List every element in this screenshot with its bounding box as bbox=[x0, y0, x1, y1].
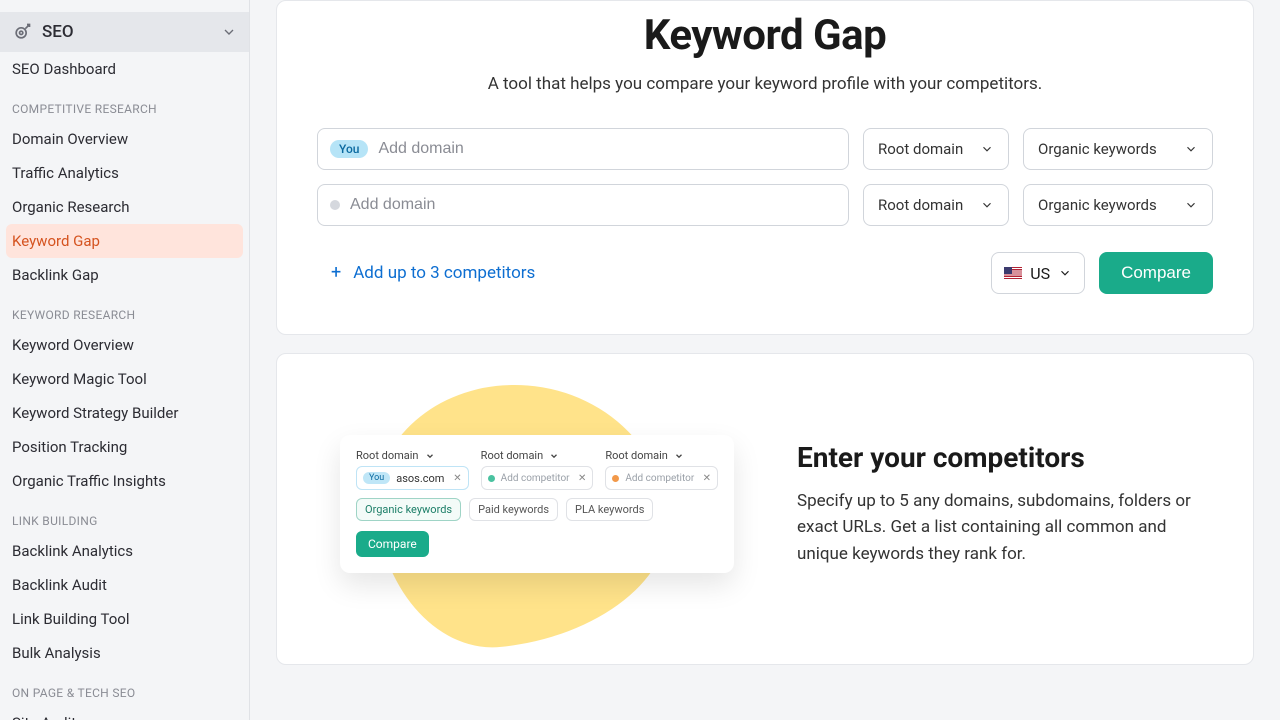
you-badge: You bbox=[330, 140, 368, 158]
plus-icon: + bbox=[331, 264, 341, 282]
illustration: Root domain You asos.com ✕ Root d bbox=[317, 384, 757, 624]
sidebar-item-organic-traffic-insights[interactable]: Organic Traffic Insights bbox=[0, 464, 249, 498]
sidebar-item-site-audit[interactable]: Site Audit bbox=[0, 706, 249, 720]
mini-compare-button: Compare bbox=[356, 531, 429, 557]
mini-clear-icon: ✕ bbox=[578, 473, 586, 484]
sidebar-header-seo[interactable]: SEO bbox=[0, 12, 249, 52]
scope-label: Root domain bbox=[878, 196, 963, 214]
illustration-form: Root domain You asos.com ✕ Root d bbox=[340, 435, 734, 573]
scope-label: Root domain bbox=[878, 140, 963, 158]
sidebar-group-title: COMPETITIVE RESEARCH bbox=[0, 86, 249, 122]
mini-scope-1: Root domain bbox=[356, 449, 469, 462]
sidebar-item-keyword-strategy-builder[interactable]: Keyword Strategy Builder bbox=[0, 396, 249, 430]
mini-input-comp-2: Add competitor ✕ bbox=[605, 466, 718, 490]
sidebar-item-link-building-tool[interactable]: Link Building Tool bbox=[0, 602, 249, 636]
mini-tab-paid: Paid keywords bbox=[469, 498, 558, 521]
section2-body: Specify up to 5 any domains, subdomains,… bbox=[797, 488, 1213, 567]
chevron-down-icon bbox=[1184, 142, 1198, 156]
scope-select-0[interactable]: Root domain bbox=[863, 128, 1009, 170]
target-arrow-icon bbox=[12, 22, 32, 42]
chevron-down-icon bbox=[221, 24, 237, 40]
page-subtitle: A tool that helps you compare your keywo… bbox=[317, 74, 1213, 94]
sidebar-item-traffic-analytics[interactable]: Traffic Analytics bbox=[0, 156, 249, 190]
domain-row-0: You Root domain Organic keywords bbox=[317, 128, 1213, 170]
chevron-down-icon bbox=[1184, 198, 1198, 212]
page-title: Keyword Gap bbox=[317, 11, 1213, 60]
domain-field-1[interactable] bbox=[350, 196, 836, 214]
sidebar-item-position-tracking[interactable]: Position Tracking bbox=[0, 430, 249, 464]
sidebar-item-keyword-gap[interactable]: Keyword Gap bbox=[6, 224, 243, 258]
hero-card: Keyword Gap A tool that helps you compar… bbox=[276, 0, 1254, 335]
keyword-type-select-1[interactable]: Organic keywords bbox=[1023, 184, 1213, 226]
sidebar-group-title: KEYWORD RESEARCH bbox=[0, 292, 249, 328]
keyword-type-label: Organic keywords bbox=[1038, 196, 1157, 214]
sidebar-item-backlink-audit[interactable]: Backlink Audit bbox=[0, 568, 249, 602]
enter-competitors-card: Root domain You asos.com ✕ Root d bbox=[276, 353, 1254, 665]
country-label: US bbox=[1030, 264, 1050, 283]
chevron-down-icon bbox=[980, 198, 994, 212]
main: Keyword Gap A tool that helps you compar… bbox=[250, 0, 1280, 720]
sidebar-item-backlink-analytics[interactable]: Backlink Analytics bbox=[0, 534, 249, 568]
add-competitors-label: Add up to 3 competitors bbox=[353, 263, 535, 283]
chevron-down-icon bbox=[980, 142, 994, 156]
domain-field-0[interactable] bbox=[378, 140, 836, 158]
sidebar-header-label: SEO bbox=[42, 22, 221, 42]
competitor-dot-icon bbox=[330, 200, 340, 210]
compare-button[interactable]: Compare bbox=[1099, 252, 1213, 294]
us-flag-icon bbox=[1004, 267, 1022, 279]
sidebar-item-backlink-gap[interactable]: Backlink Gap bbox=[0, 258, 249, 292]
keyword-type-label: Organic keywords bbox=[1038, 140, 1157, 158]
sidebar-group-title: ON PAGE & TECH SEO bbox=[0, 670, 249, 706]
sidebar: SEO SEO Dashboard COMPETITIVE RESEARCHDo… bbox=[0, 0, 250, 720]
mini-scope-3: Root domain bbox=[605, 449, 718, 462]
actions-row: + Add up to 3 competitors US Compare bbox=[317, 252, 1213, 294]
domain-input-0[interactable]: You bbox=[317, 128, 849, 170]
add-competitors-link[interactable]: + Add up to 3 competitors bbox=[331, 263, 535, 283]
mini-scope-2: Root domain bbox=[481, 449, 594, 462]
sidebar-item-domain-overview[interactable]: Domain Overview bbox=[0, 122, 249, 156]
mini-input-you: You asos.com ✕ bbox=[356, 466, 469, 490]
chevron-down-icon bbox=[1058, 266, 1072, 280]
scope-select-1[interactable]: Root domain bbox=[863, 184, 1009, 226]
domain-input-1[interactable] bbox=[317, 184, 849, 226]
sidebar-item-seo-dashboard[interactable]: SEO Dashboard bbox=[0, 52, 249, 86]
mini-tab-organic: Organic keywords bbox=[356, 498, 461, 521]
sidebar-group-title: LINK BUILDING bbox=[0, 498, 249, 534]
section2-heading: Enter your competitors bbox=[797, 441, 1213, 474]
sidebar-item-bulk-analysis[interactable]: Bulk Analysis bbox=[0, 636, 249, 670]
keyword-type-select-0[interactable]: Organic keywords bbox=[1023, 128, 1213, 170]
domain-row-1: Root domain Organic keywords bbox=[317, 184, 1213, 226]
mini-tab-pla: PLA keywords bbox=[566, 498, 653, 521]
mini-input-comp-1: Add competitor ✕ bbox=[481, 466, 594, 490]
mini-clear-icon: ✕ bbox=[453, 473, 461, 484]
sidebar-item-keyword-overview[interactable]: Keyword Overview bbox=[0, 328, 249, 362]
sidebar-item-organic-research[interactable]: Organic Research bbox=[0, 190, 249, 224]
sidebar-item-keyword-magic-tool[interactable]: Keyword Magic Tool bbox=[0, 362, 249, 396]
country-select[interactable]: US bbox=[991, 252, 1085, 294]
mini-clear-icon: ✕ bbox=[703, 473, 711, 484]
